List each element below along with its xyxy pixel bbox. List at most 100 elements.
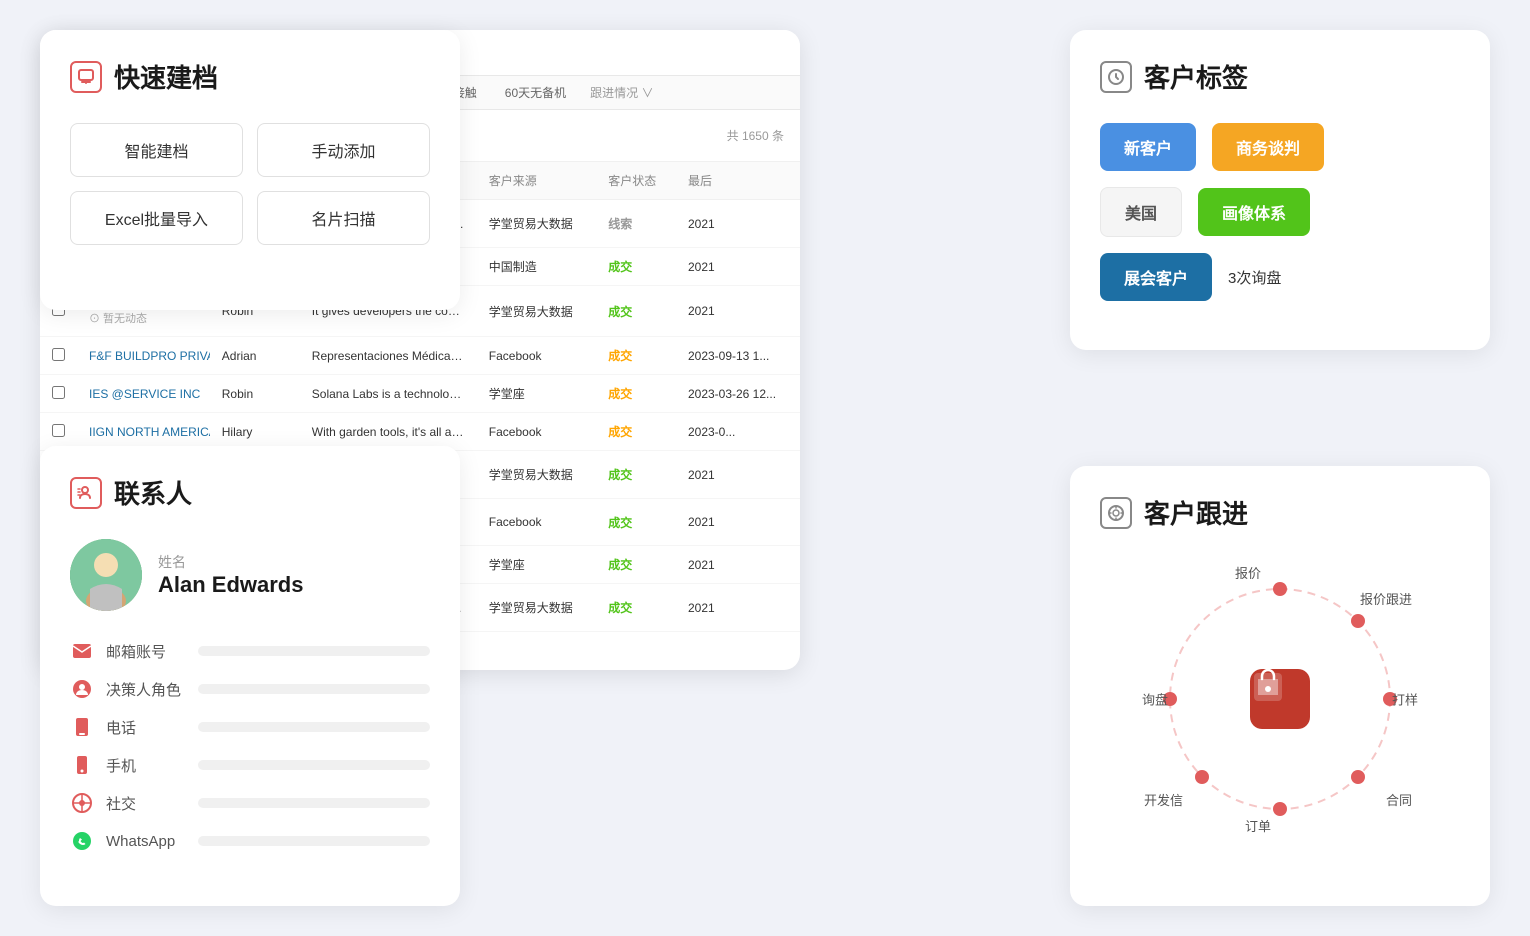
avatar-image — [70, 539, 142, 611]
contact-profile: 姓名 Alan Edwards — [70, 539, 430, 611]
subtab-followup[interactable]: 跟进情况 ∨ — [582, 76, 661, 109]
row-status: 成交 — [596, 286, 676, 337]
row-owner: Hilary — [210, 413, 300, 451]
label-contract: 合同 — [1386, 790, 1412, 809]
customer-tags-card: 客户标签 新客户 商务谈判 美国 画像体系 展会客户 3次询盘 — [1070, 30, 1490, 350]
role-label: 决策人角色 — [106, 679, 186, 700]
contact-name-label: 姓名 — [158, 552, 303, 572]
row-source: 学堂贸易大数据 — [477, 451, 597, 499]
row-status: 成交 — [596, 375, 676, 413]
row-status: 成交 — [596, 546, 676, 584]
contacts-card: 联系人 姓名 Alan Edwards — [40, 446, 460, 906]
row-date: 2021 — [676, 286, 800, 337]
customer-tags-header: 客户标签 — [1100, 58, 1460, 95]
label-inquiry: 询盘 — [1142, 690, 1168, 709]
customer-tags-title: 客户标签 — [1144, 58, 1248, 95]
followup-title: 客户跟进 — [1144, 494, 1248, 531]
tag-inquiry-count: 3次询盘 — [1228, 267, 1281, 288]
role-icon — [70, 677, 94, 701]
row-source: 学堂座 — [477, 546, 597, 584]
field-social: 社交 — [70, 791, 430, 815]
followup-card: 客户跟进 — [1070, 466, 1490, 906]
contact-fields: 邮箱账号 决策人角色 电话 手机 — [70, 639, 430, 853]
row-checkbox[interactable] — [40, 413, 77, 451]
contacts-icon — [70, 477, 102, 509]
col-status: 客户状态 — [596, 162, 676, 200]
row-owner: Robin — [210, 375, 300, 413]
card-scan-button[interactable]: 名片扫描 — [257, 191, 430, 245]
row-desc: Representaciones Médicas del ... — [300, 337, 477, 375]
row-date: 2023-0... — [676, 413, 800, 451]
tag-portrait[interactable]: 画像体系 — [1198, 188, 1310, 236]
tag-business-talk[interactable]: 商务谈判 — [1212, 123, 1324, 171]
contact-name-block: 姓名 Alan Edwards — [158, 552, 303, 598]
row-status: 成交 — [596, 451, 676, 499]
row-status: 成交 — [596, 248, 676, 286]
row-company: IES @SERVICE INC — [77, 375, 210, 413]
tag-exhibition[interactable]: 展会客户 — [1100, 253, 1212, 301]
tags-row-1: 新客户 商务谈判 — [1100, 123, 1460, 171]
tags-container: 新客户 商务谈判 美国 画像体系 展会客户 3次询盘 — [1100, 123, 1460, 301]
label-order: 订单 — [1245, 816, 1271, 835]
table-row[interactable]: F&F BUILDPRO PRIVATE LIMITED Adrian Repr… — [40, 337, 800, 375]
row-status: 线索 — [596, 632, 676, 643]
row-owner: Adrian — [210, 337, 300, 375]
row-source: 学堂座 — [477, 375, 597, 413]
followup-circle-diagram: 报价 报价跟进 打样 合同 订单 开发信 询盘 — [1140, 559, 1420, 839]
manual-add-button[interactable]: 手动添加 — [257, 123, 430, 177]
row-company: F&F BUILDPRO PRIVATE LIMITED — [77, 337, 210, 375]
tags-row-3: 展会客户 3次询盘 — [1100, 253, 1460, 301]
table-row[interactable]: IIGN NORTH AMERICA INC Hilary With garde… — [40, 413, 800, 451]
contact-name: Alan Edwards — [158, 572, 303, 598]
field-phone: 电话 — [70, 715, 430, 739]
followup-header: 客户跟进 — [1100, 494, 1460, 531]
field-role: 决策人角色 — [70, 677, 430, 701]
row-date: 2023-03-26 12... — [676, 375, 800, 413]
contacts-header: 联系人 — [70, 474, 430, 511]
mobile-value-bar — [198, 760, 430, 770]
row-date: 2021 — [676, 200, 800, 248]
row-source: Facebook — [477, 337, 597, 375]
email-label: 邮箱账号 — [106, 641, 186, 662]
customer-tags-icon — [1100, 61, 1132, 93]
email-value-bar — [198, 646, 430, 656]
social-value-bar — [198, 798, 430, 808]
quick-build-title: 快速建档 — [114, 58, 218, 95]
avatar — [70, 539, 142, 611]
row-desc: Solana Labs is a technology co... — [300, 375, 477, 413]
quick-build-icon — [70, 61, 102, 93]
whatsapp-icon — [70, 829, 94, 853]
diagram-center-icon — [1250, 669, 1310, 729]
followup-icon — [1100, 497, 1132, 529]
quick-build-buttons: 智能建档 手动添加 Excel批量导入 名片扫描 — [70, 123, 430, 245]
contacts-title: 联系人 — [114, 474, 192, 511]
subtab-60days-no-machine[interactable]: 60天无备机 — [493, 76, 578, 109]
row-date: 2021 — [676, 248, 800, 286]
field-whatsapp: WhatsApp — [70, 829, 430, 853]
phone-label: 电话 — [106, 717, 186, 738]
phone-icon — [70, 715, 94, 739]
whatsapp-label: WhatsApp — [106, 833, 186, 850]
row-date: 2021 — [676, 451, 800, 499]
row-source: 学堂贸易大数据 — [477, 584, 597, 632]
tag-usa[interactable]: 美国 — [1100, 187, 1182, 237]
row-date: 2021 — [676, 499, 800, 546]
row-source: Facebook — [477, 413, 597, 451]
row-checkbox[interactable] — [40, 337, 77, 375]
row-company: IIGN NORTH AMERICA INC — [77, 413, 210, 451]
row-status: 成交 — [596, 584, 676, 632]
mobile-icon — [70, 753, 94, 777]
row-status: 成交 — [596, 413, 676, 451]
excel-import-button[interactable]: Excel批量导入 — [70, 191, 243, 245]
row-checkbox[interactable] — [40, 375, 77, 413]
row-date: 2021 — [676, 584, 800, 632]
row-source: 学堂座 — [477, 632, 597, 643]
social-icon — [70, 791, 94, 815]
smart-build-button[interactable]: 智能建档 — [70, 123, 243, 177]
label-baojia: 报价 — [1235, 563, 1261, 582]
table-row[interactable]: IES @SERVICE INC Robin Solana Labs is a … — [40, 375, 800, 413]
col-source: 客户来源 — [477, 162, 597, 200]
label-dasample: 打样 — [1392, 690, 1418, 709]
row-date: 2021 — [676, 632, 800, 643]
tag-new-customer[interactable]: 新客户 — [1100, 123, 1196, 171]
